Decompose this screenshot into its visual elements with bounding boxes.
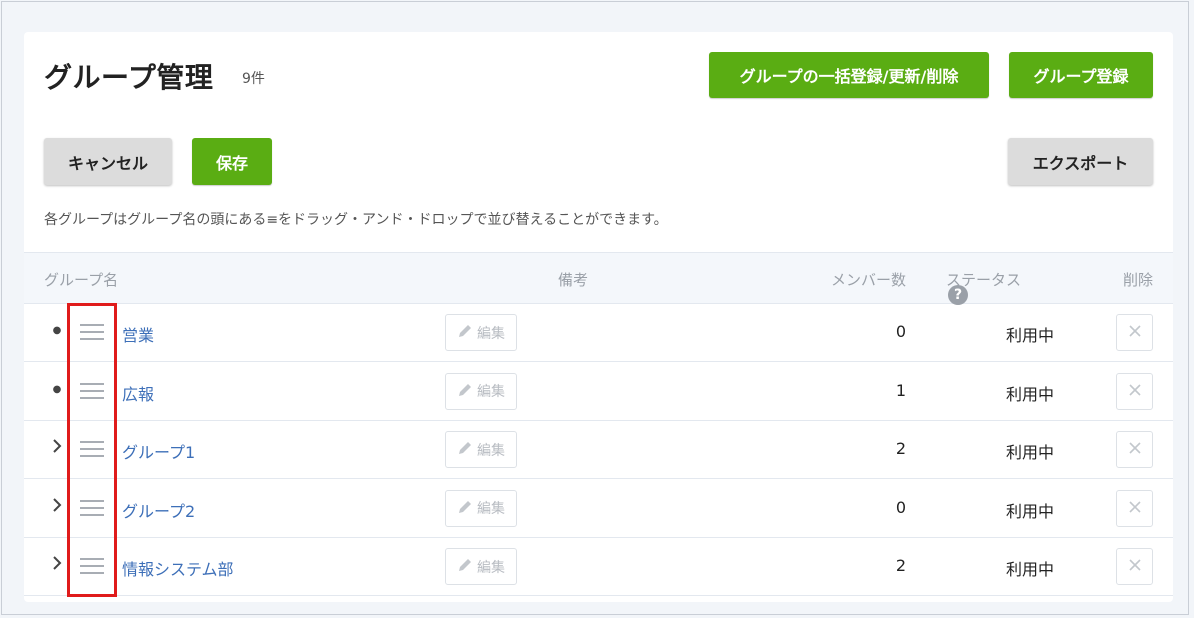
edit-note-button[interactable]: 編集 [445,314,517,351]
edit-note-button[interactable]: 編集 [445,548,517,585]
edit-label: 編集 [477,383,505,399]
pencil-icon [457,557,473,576]
edit-label: 編集 [477,441,505,458]
edit-label: 編集 [477,500,505,516]
column-header-name: グループ名 [44,271,119,289]
drag-handle-icon[interactable] [80,558,104,574]
group-name-link[interactable]: 営業 [122,322,154,346]
column-header-delete: 削除 [1122,271,1153,289]
close-icon [1128,558,1142,575]
bullet-icon: ● [52,325,62,336]
close-icon [1128,383,1142,400]
reorder-hint: 各グループはグループ名の頭にある≡をドラッグ・アンド・ドロップで並び替えることが… [44,212,668,228]
status-label: 利用中 [1006,560,1055,579]
pencil-icon [457,440,473,459]
drag-handle-icon[interactable] [80,441,104,457]
member-count: 0 [895,322,906,341]
delete-button[interactable] [1116,548,1153,585]
delete-button[interactable] [1116,489,1153,527]
table-row: グループ1 編集 2 利用中 [24,421,1173,479]
member-count: 2 [895,439,906,458]
close-icon [1128,441,1142,458]
table-row: 情報システム部 編集 2 利用中 [24,538,1173,596]
edit-note-button[interactable]: 編集 [445,489,517,527]
cancel-button[interactable]: キャンセル [44,138,172,185]
column-header-members: メンバー数 [830,271,906,289]
group-name-link[interactable]: 広報 [122,381,154,405]
delete-button[interactable] [1116,314,1153,351]
bullet-icon: ● [52,383,62,395]
close-icon [1128,500,1142,517]
column-header-status: ステータス ? [946,269,1021,305]
group-management-panel: グループ管理 9件 グループの一括登録/更新/削除 グループ登録 キャンセル 保… [24,32,1173,602]
export-button[interactable]: エクスポート [1008,138,1153,185]
group-name-link[interactable]: グループ1 [122,439,195,463]
member-count: 1 [895,380,906,400]
chevron-right-icon[interactable] [50,497,64,517]
group-name-link[interactable]: グループ2 [122,498,195,522]
pencil-icon [457,382,473,401]
table-row: ● 営業 編集 0 利用中 [24,304,1173,362]
status-label: 利用中 [1006,501,1055,521]
table-header: グループ名 備考 メンバー数 ステータス ? 削除 [24,252,1173,305]
close-icon [1128,324,1142,341]
pencil-icon [457,323,473,342]
edit-label: 編集 [477,558,505,575]
member-count: 2 [895,556,906,575]
drag-handle-icon[interactable] [80,382,104,399]
group-name-link[interactable]: 情報システム部 [122,556,234,580]
edit-note-button[interactable]: 編集 [445,431,517,468]
chevron-right-icon[interactable] [50,555,64,575]
save-button[interactable]: 保存 [192,138,272,185]
column-header-note: 備考 [558,271,589,289]
drag-handle-icon[interactable] [80,499,104,516]
chevron-right-icon[interactable] [50,438,64,458]
group-count: 9件 [242,71,265,87]
member-count: 0 [895,497,906,517]
edit-label: 編集 [477,324,505,341]
bulk-register-button[interactable]: グループの一括登録/更新/削除 [709,52,989,98]
status-label: 利用中 [1006,443,1055,462]
delete-button[interactable] [1116,372,1153,410]
drag-handle-icon[interactable] [80,324,104,340]
table-row: グループ2 編集 0 利用中 [24,480,1173,538]
page-title: グループ管理 [44,61,214,94]
pencil-icon [457,499,473,518]
edit-note-button[interactable]: 編集 [445,372,517,410]
table-row: ● 広報 編集 1 利用中 [24,363,1173,421]
question-circle-icon[interactable]: ? [948,285,968,305]
status-label: 利用中 [1006,326,1055,345]
register-group-button[interactable]: グループ登録 [1009,52,1153,98]
delete-button[interactable] [1116,431,1153,468]
window-frame: グループ管理 9件 グループの一括登録/更新/削除 グループ登録 キャンセル 保… [1,1,1189,615]
status-label: 利用中 [1006,384,1055,404]
